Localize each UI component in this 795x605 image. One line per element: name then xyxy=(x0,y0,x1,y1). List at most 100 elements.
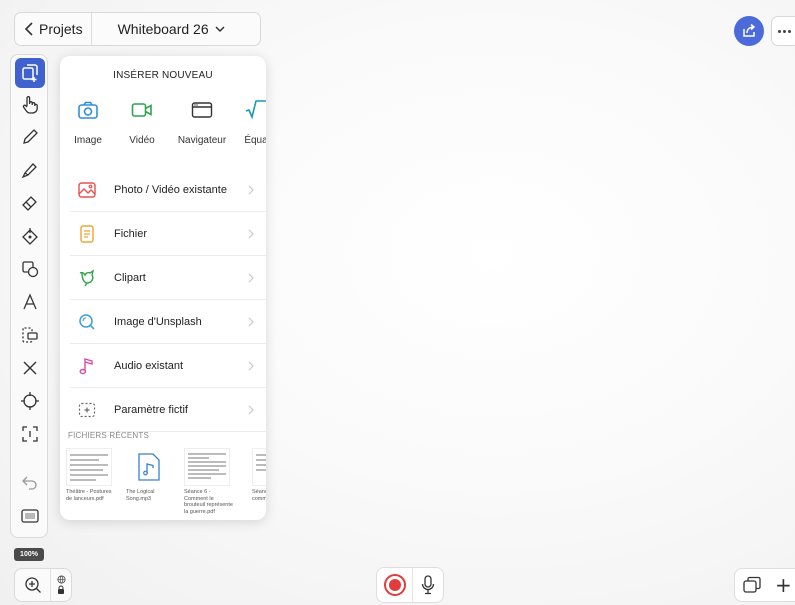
fill-tool-button[interactable] xyxy=(15,221,45,251)
share-button[interactable] xyxy=(734,16,764,46)
list-item-label: Clipart xyxy=(114,271,146,284)
board-title: Whiteboard 26 xyxy=(117,21,209,37)
quick-label: Image xyxy=(74,135,102,146)
list-item-existing-audio[interactable]: Audio existant xyxy=(70,344,266,388)
browser-icon xyxy=(191,102,213,118)
zoom-in-icon xyxy=(24,577,41,593)
focus-frame-icon xyxy=(22,426,38,442)
search-icon xyxy=(72,300,102,344)
photo-icon xyxy=(72,168,102,212)
quick-label: Navigateur xyxy=(177,135,227,146)
recent-file[interactable]: Théâtre - Postures de lanceurs.pdf xyxy=(66,448,116,502)
focus-tool-button[interactable] xyxy=(15,419,45,449)
record-button[interactable] xyxy=(377,568,413,602)
recent-file-name: Théâtre - Postures de lanceurs.pdf xyxy=(66,489,112,502)
minimap-button[interactable] xyxy=(15,501,45,531)
microphone-button[interactable] xyxy=(413,575,443,595)
close-tool-button[interactable] xyxy=(15,353,45,383)
laser-pointer-tool-button[interactable] xyxy=(15,386,45,416)
chevron-right-icon xyxy=(248,405,254,415)
zoom-level-badge: 100% xyxy=(14,548,44,561)
list-item-existing-photo[interactable]: Photo / Vidéo existante xyxy=(70,168,266,212)
more-options-button[interactable] xyxy=(771,16,795,46)
list-item-unsplash[interactable]: Image d'Unsplash xyxy=(70,300,266,344)
clipart-bird-icon xyxy=(72,256,102,300)
pages-icon xyxy=(743,576,761,593)
list-item-label: Image d'Unsplash xyxy=(114,315,202,328)
list-item-label: Paramètre fictif xyxy=(114,403,188,416)
panel-title: INSÉRER NOUVEAU xyxy=(113,70,213,81)
pages-button[interactable] xyxy=(735,576,769,594)
recent-file[interactable]: Séance 6 - Comment le brouteuil représen… xyxy=(184,448,234,515)
chevron-right-icon xyxy=(248,361,254,371)
pdf-thumbnail xyxy=(252,448,266,486)
hand-icon xyxy=(22,96,38,114)
recent-file[interactable]: Séance 4 - comment... xyxy=(252,448,266,502)
highlighter-icon xyxy=(21,163,37,179)
top-navigation: Projets Whiteboard 26 xyxy=(14,12,261,46)
quick-label: Vidéo xyxy=(129,135,155,146)
quick-label: Équa xyxy=(244,135,266,146)
bottom-right-controls: + xyxy=(734,568,795,602)
lock-button[interactable] xyxy=(51,575,71,595)
chevron-right-icon xyxy=(248,273,254,283)
recent-file[interactable]: The Logical Song.mp3 xyxy=(126,448,176,502)
lasso-select-icon xyxy=(22,327,38,343)
music-note-icon xyxy=(72,344,102,388)
shapes-tool-button[interactable] xyxy=(15,254,45,284)
video-camera-icon xyxy=(131,103,152,117)
list-item-file[interactable]: Fichier xyxy=(70,212,266,256)
pen-tool-button[interactable] xyxy=(15,122,45,152)
insert-new-panel: INSÉRER NOUVEAU Image Vidéo Navigateur É… xyxy=(60,56,266,520)
eraser-tool-button[interactable] xyxy=(15,188,45,218)
dot xyxy=(788,29,791,33)
recording-controls xyxy=(376,567,444,603)
sqrt-icon xyxy=(245,100,266,120)
insert-icon xyxy=(22,64,38,82)
microphone-icon xyxy=(421,575,435,595)
chevron-right-icon xyxy=(248,185,254,195)
quick-insert-row: Image Vidéo Navigateur Équa xyxy=(60,98,266,158)
insert-equation-button[interactable]: Équa xyxy=(228,98,266,146)
list-item-label: Audio existant xyxy=(114,359,184,372)
back-to-projects-button[interactable]: Projets xyxy=(15,13,92,45)
list-item-clipart[interactable]: Clipart xyxy=(70,256,266,300)
chevron-right-icon xyxy=(248,229,254,239)
insert-video-button[interactable]: Vidéo xyxy=(114,98,170,146)
pen-icon xyxy=(23,129,38,144)
recent-files-title: FICHIERS RÉCENTS xyxy=(68,431,149,440)
insert-image-button[interactable]: Image xyxy=(60,98,116,146)
zoom-button[interactable] xyxy=(15,569,51,601)
fill-bucket-icon xyxy=(22,228,38,245)
undo-button[interactable] xyxy=(15,467,45,497)
add-page-button[interactable]: + xyxy=(775,573,792,597)
list-item-label: Fichier xyxy=(114,227,148,240)
bottom-left-controls xyxy=(14,568,72,602)
pdf-thumbnail xyxy=(184,448,230,486)
text-icon xyxy=(23,293,37,310)
insert-browser-button[interactable]: Navigateur xyxy=(174,98,230,146)
chevron-right-icon xyxy=(248,317,254,327)
globe-icon xyxy=(56,575,66,584)
board-title-dropdown[interactable]: Whiteboard 26 xyxy=(92,21,225,37)
chevron-down-icon xyxy=(215,25,225,32)
share-icon xyxy=(743,23,756,37)
list-item-placeholder[interactable]: Paramètre fictif xyxy=(70,388,266,432)
hand-tool-button[interactable] xyxy=(15,90,45,120)
recent-files-row: Théâtre - Postures de lanceurs.pdf The L… xyxy=(66,448,266,518)
file-icon xyxy=(72,212,102,256)
crosshair-icon xyxy=(21,392,39,410)
minimap-icon xyxy=(21,509,39,523)
insert-tool-button[interactable] xyxy=(15,58,45,88)
chevron-left-icon xyxy=(24,22,33,36)
selection-tool-button[interactable] xyxy=(15,320,45,350)
recent-file-name: Séance 4 - comment... xyxy=(252,489,266,502)
camera-icon xyxy=(78,101,98,119)
pdf-thumbnail xyxy=(66,448,112,486)
dot xyxy=(783,29,786,33)
audio-file-icon xyxy=(126,448,172,486)
list-item-label: Photo / Vidéo existante xyxy=(114,183,227,196)
left-toolbar xyxy=(10,54,48,538)
highlighter-tool-button[interactable] xyxy=(15,155,45,185)
text-tool-button[interactable] xyxy=(15,287,45,317)
